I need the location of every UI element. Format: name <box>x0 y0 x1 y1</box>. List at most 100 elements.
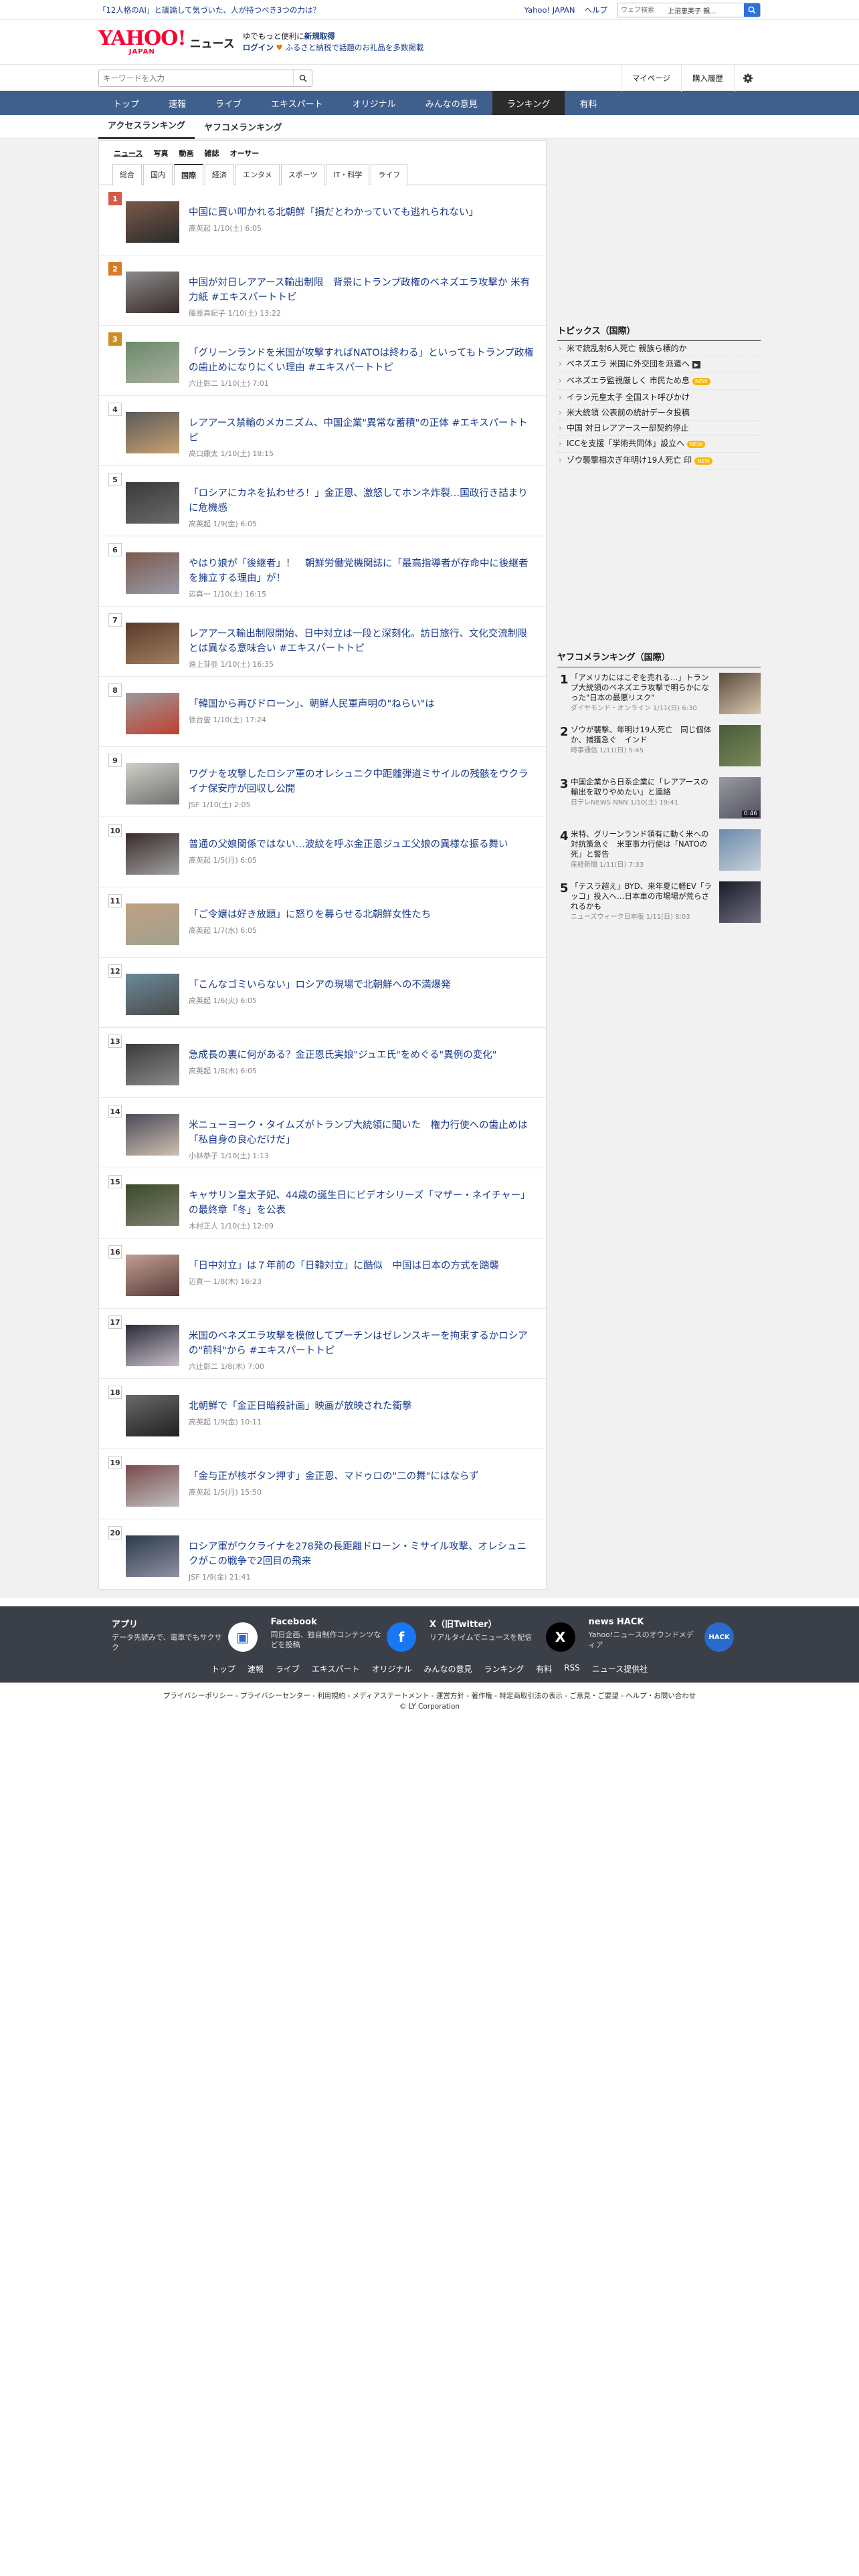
article-title[interactable]: 普通の父娘関係ではない…波紋を呼ぶ金正恩ジュエ父娘の異様な振る舞い <box>189 839 508 850</box>
topic-link[interactable]: ゾウ襲撃相次ぎ年明け19人死亡 印 <box>567 455 692 465</box>
ranking-item[interactable]: 8 「韓国から再びドローン」、朝鮮人民軍声明の"ねらい"は 徐台燮 1/10(土) … <box>99 677 546 747</box>
article-thumbnail[interactable] <box>126 1114 179 1156</box>
footer-app-title[interactable]: news HACK <box>589 1617 700 1627</box>
nav-item[interactable]: 有料 <box>565 91 611 115</box>
comment-ranking-item[interactable]: 3 中国企業から日系企業に「レアアースの輸出を取りやめたい」と連絡 日テレNEWS … <box>557 772 761 824</box>
tab-comment-ranking[interactable]: ヤフコメランキング <box>195 120 292 139</box>
nav-item[interactable]: 速報 <box>154 91 201 115</box>
comment-ranking-thumbnail[interactable] <box>719 673 761 714</box>
media-tab[interactable]: 動画 <box>179 148 193 158</box>
footer-app-2[interactable]: X（旧Twitter） リアルタイムでニュースを配信 X <box>430 1617 589 1652</box>
footer-link[interactable]: ライブ <box>276 1663 300 1675</box>
article-thumbnail[interactable] <box>126 482 179 524</box>
ranking-item[interactable]: 18 北朝鮮で「金正日暗殺計画」映画が放映された衝撃 高英起 1/9(金) 10:1… <box>99 1379 546 1449</box>
article-title[interactable]: 「韓国から再びドローン」、朝鮮人民軍声明の"ねらい"は <box>189 699 435 710</box>
media-tab[interactable]: 写真 <box>153 148 168 158</box>
category-tab[interactable]: 国内 <box>143 164 173 185</box>
article-title[interactable]: 急成長の裏に何がある？金正恩氏実娘"ジュエ氏"をめぐる"異例の変化" <box>189 1050 496 1061</box>
topic-item[interactable]: ベネズエラ監視厳しく 市民ため息NEW <box>557 373 761 390</box>
article-title[interactable]: 「ご令嬢は好き放題」に怒りを募らせる北朝鮮女性たち <box>189 909 431 920</box>
footer-app-title[interactable]: X（旧Twitter） <box>430 1617 541 1630</box>
settings-button[interactable] <box>734 65 761 92</box>
article-title[interactable]: 米国のベネズエラ攻撃を模倣してプーチンはゼレンスキーを拘束するかロシアの"前科"… <box>189 1331 528 1356</box>
article-thumbnail[interactable] <box>126 342 179 383</box>
x-icon[interactable]: X <box>545 1622 575 1652</box>
comment-ranking-item[interactable]: 5 「テスラ超え」BYD、来年夏に軽EV「ラッコ」投入へ…日本車の市場場が荒らされ… <box>557 876 761 928</box>
footer-app-title[interactable]: アプリ <box>112 1617 223 1630</box>
article-thumbnail[interactable] <box>126 412 179 453</box>
nav-item[interactable]: ライブ <box>201 91 256 115</box>
keyword-search-button[interactable] <box>293 70 312 86</box>
topic-item[interactable]: 中国 対日レアアース一部契約停止 <box>557 421 761 436</box>
ranking-item[interactable]: 3 「グリーンランドを米国が攻撃すればNATOは終わる」といってもトランプ政権の歯… <box>99 326 546 396</box>
footer-link[interactable]: 速報 <box>248 1663 264 1675</box>
keyword-input[interactable] <box>99 74 293 83</box>
topic-link[interactable]: イラン元皇太子 全国スト呼びかけ <box>567 393 690 402</box>
comment-ranking-thumbnail[interactable] <box>719 881 761 923</box>
nav-item[interactable]: エキスパート <box>256 91 338 115</box>
footer-link[interactable]: トップ <box>211 1663 235 1675</box>
ranking-item[interactable]: 5 「ロシアにカネを払わせろ！」金正恩、激怒してホンネ炸裂…国政行き詰まりに危機感… <box>99 466 546 536</box>
ranking-item[interactable]: 20 ロシア軍がウクライナを278発の長距離ドローン・ミサイル攻撃、オレシュニクが… <box>99 1519 546 1590</box>
article-thumbnail[interactable] <box>126 201 179 243</box>
comment-ranking-item[interactable]: 1 「アメリカにはこぞを売れる…」トランプ大統領のベネズエラ攻撃で明らかになった"… <box>557 667 761 720</box>
article-thumbnail[interactable] <box>126 1325 179 1366</box>
article-title[interactable]: 「こんなゴミいらない」ロシアの現場で北朝鮮への不満爆発 <box>189 980 451 990</box>
article-title[interactable]: やはり娘が「後継者」！ 朝鮮労働党機関誌に「最高指導者が存命中に後継者を擁立する… <box>189 558 529 584</box>
category-tab[interactable]: スポーツ <box>280 164 325 185</box>
comment-ranking-thumbnail[interactable] <box>719 829 761 871</box>
article-title[interactable]: 「グリーンランドを米国が攻撃すればNATOは終わる」といってもトランプ政権の歯止… <box>189 348 534 373</box>
help-link[interactable]: ヘルプ <box>585 5 608 15</box>
ranking-item[interactable]: 17 米国のベネズエラ攻撃を模倣してプーチンはゼレンスキーを拘束するかロシアの"前… <box>99 1309 546 1379</box>
promo-link[interactable]: 「12人格のAI」と議論して気づいた、人が持つべき3つの力は？ <box>98 5 320 15</box>
category-tab[interactable]: 国際 <box>174 164 203 185</box>
facebook-icon[interactable]: f <box>387 1622 416 1652</box>
article-title[interactable]: ロシア軍がウクライナを278発の長距離ドローン・ミサイル攻撃、オレシュニクがこの… <box>189 1541 527 1567</box>
history-link[interactable]: 購入履歴 <box>681 65 734 92</box>
article-thumbnail[interactable] <box>126 693 179 734</box>
media-tab[interactable]: 雑誌 <box>204 148 219 158</box>
topic-link[interactable]: 中国 対日レアアース一部契約停止 <box>567 423 689 433</box>
furusato-link[interactable]: ふるさと納税で話題のお礼品を多数掲載 <box>285 43 423 52</box>
topic-item[interactable]: 米で銃乱射6人死亡 親族ら標的か <box>557 341 761 356</box>
comment-ranking-title[interactable]: 中国企業から日系企業に「レアアースの輸出を取りやめたい」と連絡 <box>571 777 715 797</box>
topic-item[interactable]: ゾウ襲撃相次ぎ年明け19人死亡 印NEW <box>557 453 761 469</box>
comment-ranking-title[interactable]: 「アメリカにはこぞを売れる…」トランプ大統領のベネズエラ攻撃で明らかになった"日… <box>571 673 715 703</box>
article-title[interactable]: キャサリン皇太子妃、44歳の誕生日にビデオシリーズ「マザー・ネイチャー」の最終章… <box>189 1190 531 1216</box>
topic-link[interactable]: 米大統領 公表前の統計データ投稿 <box>567 408 690 417</box>
topic-link[interactable]: ベネズエラ監視厳しく 市民ため息 <box>567 376 690 385</box>
category-tab[interactable]: IT・科学 <box>326 164 370 185</box>
article-thumbnail[interactable] <box>126 552 179 594</box>
article-title[interactable]: ワグナを攻撃したロシア軍のオレシュニク中距離弾道ミサイルの残骸をウクライナ保安庁… <box>189 769 529 794</box>
tab-access-ranking[interactable]: アクセスランキング <box>98 118 195 139</box>
footer-link[interactable]: ランキング <box>484 1663 524 1675</box>
signup-link[interactable]: 新規取得 <box>304 31 335 41</box>
footer-app-3[interactable]: news HACK Yahoo!ニュースのオウンドメディア HACK <box>589 1617 748 1652</box>
topic-item[interactable]: イラン元皇太子 全国スト呼びかけ <box>557 390 761 405</box>
topic-item[interactable]: ICCを支援「学術共同体」設立へNEW <box>557 436 761 453</box>
article-title[interactable]: 中国に買い叩かれる北朝鮮「損だとわかっていても逃れられない」 <box>189 207 478 218</box>
article-thumbnail[interactable] <box>126 623 179 664</box>
category-tab[interactable]: 総合 <box>112 164 142 185</box>
footer-link[interactable]: エキスパート <box>312 1663 360 1675</box>
footer-link[interactable]: RSS <box>564 1663 580 1675</box>
topic-item[interactable]: ベネズエラ 米国に外交団を派遣へ▶ <box>557 356 761 373</box>
article-thumbnail[interactable] <box>126 1395 179 1436</box>
comment-ranking-title[interactable]: ゾウが襲撃、年明け19人死亡 同じ個体か、捕獲急ぐ インド <box>571 725 715 745</box>
ranking-item[interactable]: 11 「ご令嬢は好き放題」に怒りを募らせる北朝鮮女性たち 高英起 1/7(水) 6:… <box>99 887 546 958</box>
footer-link[interactable]: ニュース提供社 <box>592 1663 648 1675</box>
article-thumbnail[interactable] <box>126 903 179 945</box>
article-thumbnail[interactable] <box>126 833 179 875</box>
article-title[interactable]: 「日中対立」は７年前の「日韓対立」に酷似 中国は日本の方式を踏襲 <box>189 1261 499 1271</box>
ranking-item[interactable]: 13 急成長の裏に何がある？金正恩氏実娘"ジュエ氏"をめぐる"異例の変化" 高英起 … <box>99 1028 546 1098</box>
search-button[interactable] <box>744 3 760 17</box>
yahoo-news-logo[interactable]: YAHOO! JAPAN ニュース <box>98 29 235 56</box>
topic-link[interactable]: 米で銃乱射6人死亡 親族ら標的か <box>567 344 686 353</box>
comment-ranking-item[interactable]: 4 米特、グリーンランド領有に動く米への対抗策急ぐ 米軍事力行使は「NATOの死」… <box>557 824 761 876</box>
article-thumbnail[interactable] <box>126 1255 179 1296</box>
web-search-input[interactable] <box>617 6 668 14</box>
article-thumbnail[interactable] <box>126 1184 179 1226</box>
article-thumbnail[interactable] <box>126 763 179 804</box>
footer-app-1[interactable]: Facebook 同日企画、独自制作コンテンツなどを投稿 f <box>271 1617 430 1652</box>
article-thumbnail[interactable] <box>126 1044 179 1085</box>
